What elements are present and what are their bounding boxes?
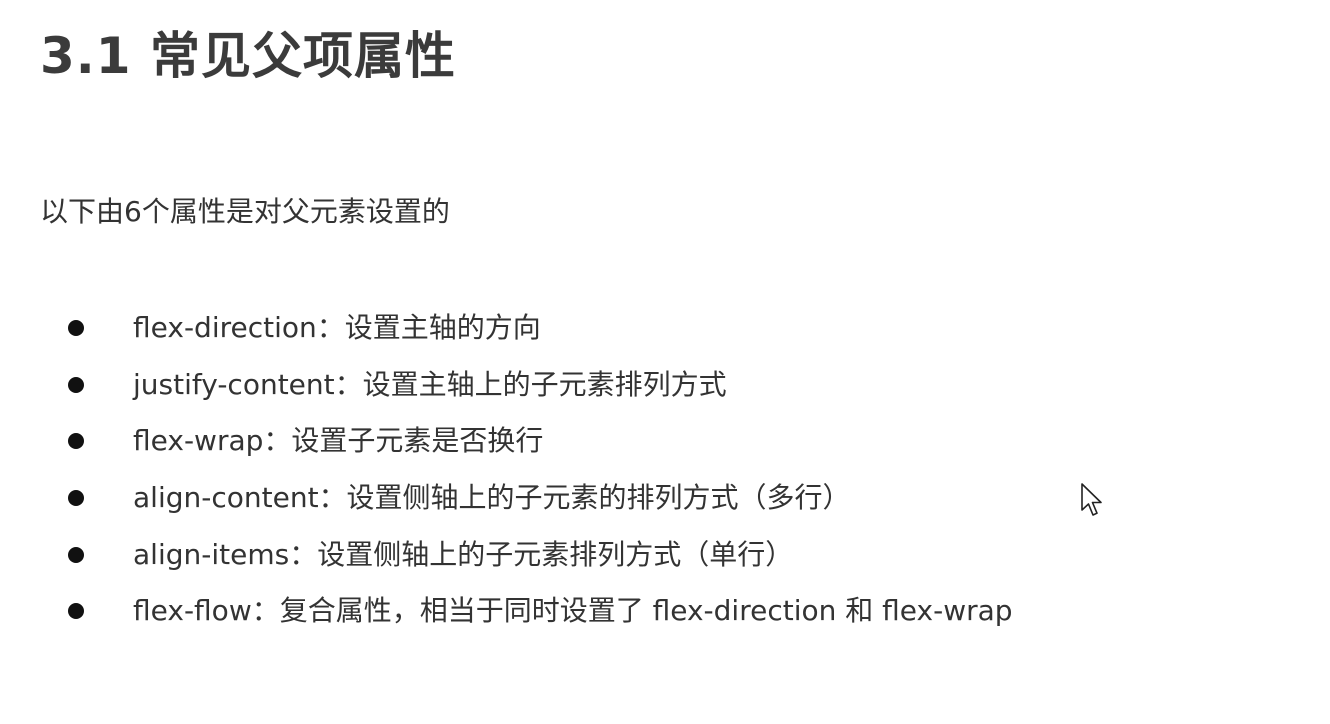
bullet-icon	[68, 490, 84, 507]
bullet-icon	[68, 376, 84, 393]
list-item-text: flex-flow：复合属性，相当于同时设置了 flex-direction 和…	[133, 594, 1013, 628]
intro-text: 以下由6个属性是对父元素设置的	[40, 195, 450, 228]
bullet-icon	[68, 320, 84, 337]
list-item-text: flex-direction：设置主轴的方向	[133, 311, 541, 345]
bullet-icon	[68, 603, 84, 620]
mouse-pointer-icon	[1081, 483, 1102, 516]
slide: 3.1 常见父项属性 以下由6个属性是对父元素设置的 flex-directio…	[0, 0, 1330, 724]
bullet-icon	[68, 546, 84, 563]
list-item-text: align-content：设置侧轴上的子元素的排列方式（多行）	[133, 481, 851, 515]
list-item-text: flex-wrap：设置子元素是否换行	[133, 424, 544, 458]
bullet-icon	[68, 433, 84, 450]
page-title: 3.1 常见父项属性	[40, 27, 456, 85]
list-item-text: align-items：设置侧轴上的子元素排列方式（单行）	[133, 537, 794, 571]
list-item-text: justify-content：设置主轴上的子元素排列方式	[133, 367, 727, 401]
